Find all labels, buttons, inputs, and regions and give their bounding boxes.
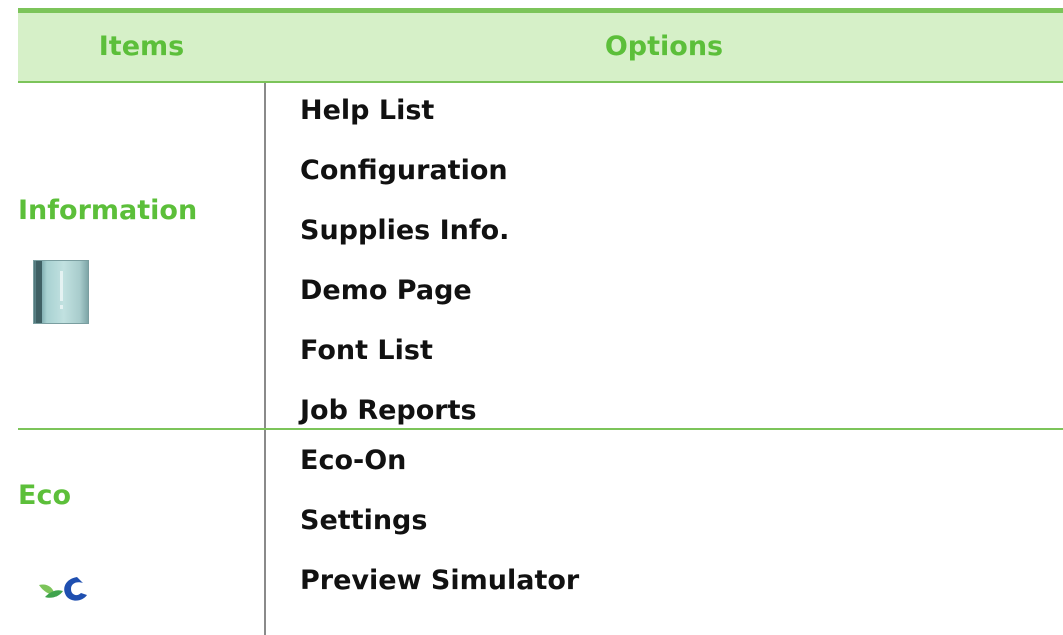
option-help-list: Help List bbox=[300, 95, 435, 126]
header-options: Options bbox=[604, 31, 724, 62]
option-preview-simulator: Preview Simulator bbox=[300, 565, 580, 596]
option-supplies-info: Supplies Info. bbox=[300, 215, 510, 246]
column-divider bbox=[264, 430, 266, 635]
item-eco: Eco bbox=[18, 480, 71, 511]
option-demo-page: Demo Page bbox=[300, 275, 472, 306]
book-exclamation-mark bbox=[60, 271, 63, 301]
header-items: Items bbox=[98, 31, 185, 62]
eco-leaf-icon bbox=[39, 577, 87, 601]
row-divider bbox=[18, 428, 1063, 430]
information-book-icon bbox=[33, 260, 89, 324]
option-font-list: Font List bbox=[300, 335, 433, 366]
column-divider bbox=[264, 83, 266, 428]
item-information: Information bbox=[18, 195, 198, 226]
option-eco-on: Eco-On bbox=[300, 445, 407, 476]
option-configuration: Configuration bbox=[300, 155, 508, 186]
options-table: Items Options Information Help List Conf… bbox=[18, 0, 1063, 635]
book-exclamation-dot bbox=[60, 305, 63, 309]
option-settings: Settings bbox=[300, 505, 428, 536]
option-job-reports: Job Reports bbox=[300, 395, 477, 426]
table-header: Items Options bbox=[18, 13, 1063, 83]
book-spine bbox=[36, 261, 42, 323]
